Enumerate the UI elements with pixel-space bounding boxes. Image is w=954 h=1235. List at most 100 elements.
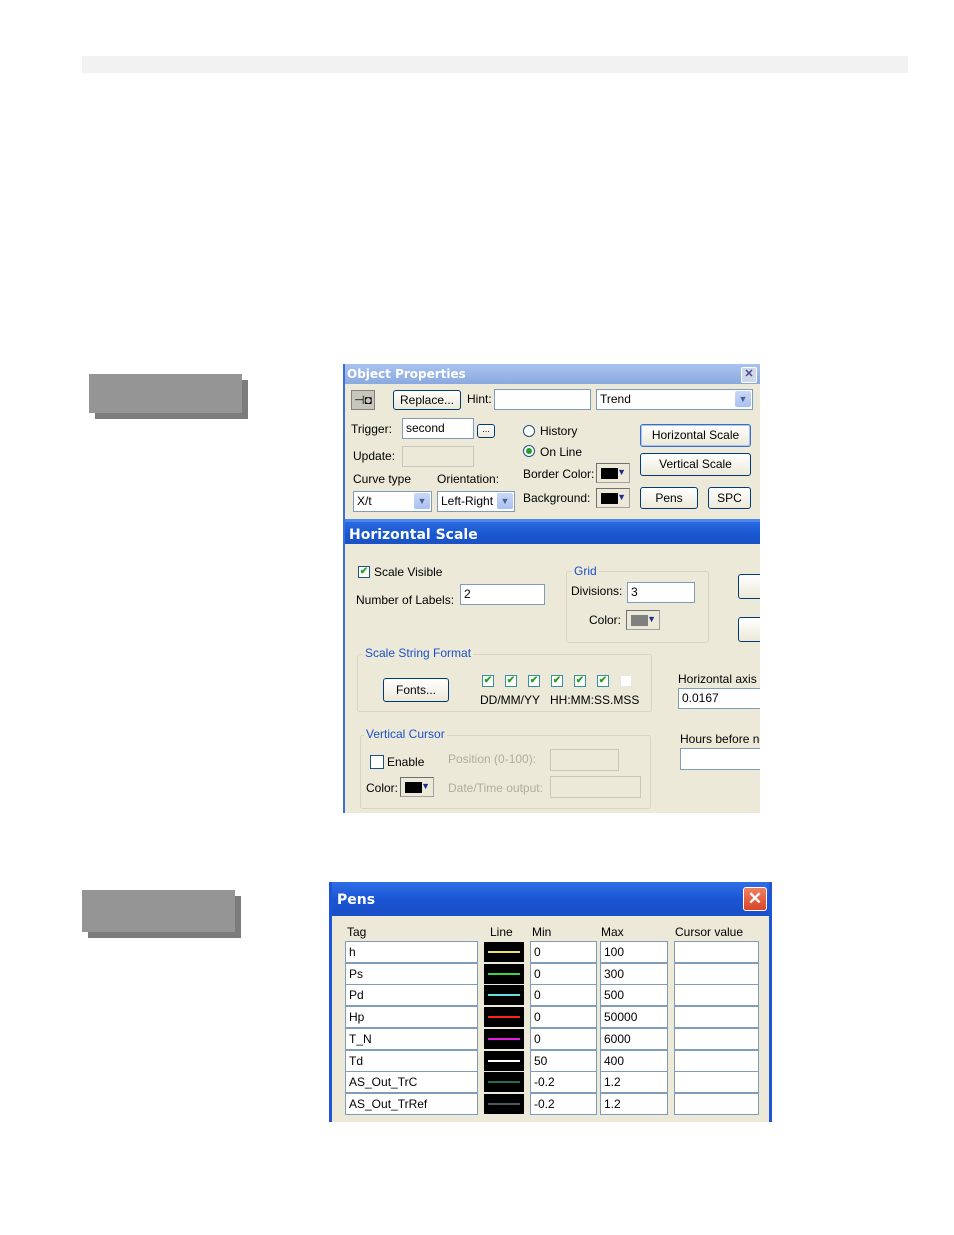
hours-before-input[interactable] xyxy=(680,748,760,770)
side-button-1[interactable] xyxy=(738,574,760,599)
line-style-swatch[interactable] xyxy=(484,1094,524,1114)
horizontal-scale-title: Horizontal Scale xyxy=(345,519,760,544)
dropdown-arrow-icon: ▼ xyxy=(421,781,430,791)
min-input[interactable]: 0 xyxy=(530,1028,597,1050)
replace-button[interactable]: Replace... xyxy=(393,390,461,410)
side-button-2[interactable] xyxy=(738,617,760,642)
line-style-swatch[interactable] xyxy=(484,1051,524,1071)
trigger-browse-button[interactable]: ... xyxy=(477,424,495,438)
tag-input[interactable]: h xyxy=(345,941,478,963)
pens-button[interactable]: Pens xyxy=(640,487,698,509)
scale-visible-label: Scale Visible xyxy=(374,565,443,579)
max-input[interactable]: 300 xyxy=(600,963,668,985)
pens-window: Pens ✕ Tag Line Min Max Cursor value h01… xyxy=(329,882,772,1122)
tag-input[interactable]: Td xyxy=(345,1050,478,1072)
format-checkbox-3[interactable]: ✔ xyxy=(528,675,540,687)
cursor-value-input[interactable] xyxy=(674,1071,759,1093)
max-input[interactable]: 1.2 xyxy=(600,1071,668,1093)
max-input[interactable]: 1.2 xyxy=(600,1093,668,1115)
online-label: On Line xyxy=(540,445,583,459)
background-color-picker[interactable]: ▼ xyxy=(596,488,630,508)
tag-input[interactable]: Pd xyxy=(345,984,478,1006)
cursor-value-input[interactable] xyxy=(674,1028,759,1050)
cursor-value-input[interactable] xyxy=(674,1050,759,1072)
min-input[interactable]: 0 xyxy=(530,984,597,1006)
tag-input[interactable]: AS_Out_TrRef xyxy=(345,1093,478,1115)
close-icon[interactable]: ✕ xyxy=(741,367,757,383)
hint-input[interactable] xyxy=(494,389,591,410)
line-style-swatch[interactable] xyxy=(484,942,524,962)
cursor-value-input[interactable] xyxy=(674,1093,759,1115)
window-title: Object Properties xyxy=(345,364,760,384)
max-input[interactable]: 500 xyxy=(600,984,668,1006)
number-of-labels-input[interactable]: 2 xyxy=(460,584,545,605)
max-input[interactable]: 100 xyxy=(600,941,668,963)
pushpin-button[interactable]: ⊣◘ xyxy=(351,390,375,410)
format-checkbox-4[interactable]: ✔ xyxy=(551,675,563,687)
object-type-value: Trend xyxy=(600,392,631,406)
min-input[interactable]: 0 xyxy=(530,963,597,985)
grid-color-label: Color: xyxy=(589,613,622,627)
divisions-input[interactable]: 3 xyxy=(627,582,695,603)
scale-visible-checkbox[interactable]: ✔ xyxy=(358,566,370,578)
format-checkbox-6[interactable]: ✔ xyxy=(597,675,609,687)
object-type-select[interactable]: Trend ▼ xyxy=(596,389,753,410)
tag-input[interactable]: AS_Out_TrC xyxy=(345,1071,478,1093)
orientation-select[interactable]: Left-Right ▼ xyxy=(437,491,515,512)
update-label: Update: xyxy=(353,449,396,463)
curve-type-value: X/t xyxy=(357,494,372,508)
online-radio[interactable] xyxy=(523,445,535,457)
close-icon[interactable]: ✕ xyxy=(743,887,767,911)
time-format-label: HH:MM:SS.MSS xyxy=(550,693,640,707)
min-input[interactable]: 0 xyxy=(530,941,597,963)
format-checkbox-5[interactable]: ✔ xyxy=(574,675,586,687)
cursor-value-input[interactable] xyxy=(674,941,759,963)
horizontal-axis-input[interactable]: 0.0167 xyxy=(678,688,760,709)
border-color-picker[interactable]: ▼ xyxy=(596,463,630,483)
line-style-swatch[interactable] xyxy=(484,1007,524,1027)
tag-input[interactable]: Ps xyxy=(345,963,478,985)
enable-cursor-checkbox[interactable] xyxy=(370,755,384,769)
history-radio[interactable] xyxy=(523,425,535,437)
horizontal-axis-label: Horizontal axis D xyxy=(678,672,760,686)
pen-line-color xyxy=(488,951,520,953)
trigger-input[interactable]: second xyxy=(402,418,474,439)
line-style-swatch[interactable] xyxy=(484,1072,524,1092)
fonts-button[interactable]: Fonts... xyxy=(383,678,449,702)
format-checkbox-7[interactable] xyxy=(620,675,632,687)
horizontal-scale-button[interactable]: Horizontal Scale xyxy=(640,424,751,447)
curve-type-select[interactable]: X/t ▼ xyxy=(353,491,432,512)
line-style-swatch[interactable] xyxy=(484,985,524,1005)
max-input[interactable]: 50000 xyxy=(600,1006,668,1028)
line-style-swatch[interactable] xyxy=(484,964,524,984)
pen-line-color xyxy=(488,973,520,975)
spc-button[interactable]: SPC xyxy=(708,487,751,509)
min-input[interactable]: -0.2 xyxy=(530,1071,597,1093)
format-checkbox-2[interactable]: ✔ xyxy=(505,675,517,687)
column-header-min: Min xyxy=(532,925,552,939)
object-properties-window: Object Properties ✕ ⊣◘ Replace... Hint: … xyxy=(343,364,760,813)
tag-input[interactable]: Hp xyxy=(345,1006,478,1028)
dropdown-arrow-icon: ▼ xyxy=(647,614,656,624)
datetime-output-input[interactable] xyxy=(550,776,641,798)
vertical-scale-button[interactable]: Vertical Scale xyxy=(640,453,751,476)
header-bar xyxy=(82,56,908,73)
cursor-value-input[interactable] xyxy=(674,1006,759,1028)
line-style-swatch[interactable] xyxy=(484,1029,524,1049)
cursor-value-input[interactable] xyxy=(674,963,759,985)
cursor-color-picker[interactable]: ▼ xyxy=(400,777,434,797)
min-input[interactable]: 50 xyxy=(530,1050,597,1072)
min-input[interactable]: -0.2 xyxy=(530,1093,597,1115)
tag-input[interactable]: T_N xyxy=(345,1028,478,1050)
chevron-down-icon: ▼ xyxy=(497,493,513,509)
min-input[interactable]: 0 xyxy=(530,1006,597,1028)
color-swatch xyxy=(405,782,422,793)
position-input[interactable] xyxy=(550,749,619,771)
update-input[interactable] xyxy=(402,446,474,467)
grid-color-picker[interactable]: ▼ xyxy=(626,610,660,630)
cursor-color-label: Color: xyxy=(366,781,399,795)
max-input[interactable]: 400 xyxy=(600,1050,668,1072)
format-checkbox-1[interactable]: ✔ xyxy=(482,675,494,687)
max-input[interactable]: 6000 xyxy=(600,1028,668,1050)
cursor-value-input[interactable] xyxy=(674,984,759,1006)
